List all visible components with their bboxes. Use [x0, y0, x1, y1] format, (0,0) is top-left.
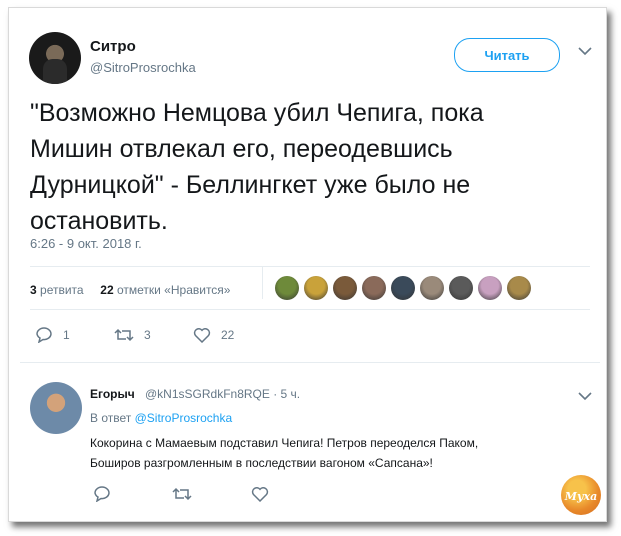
reply-text-line: Боширов разгромленным в последствии ваго… — [90, 456, 433, 470]
watermark-icon: Муха — [564, 490, 597, 503]
watermark-logo: Муха — [561, 475, 601, 515]
reply-text: Кокорина с Мамаевым подставил Чепига! Пе… — [90, 433, 560, 473]
liker-avatar[interactable] — [333, 276, 357, 300]
chevron-down-icon[interactable] — [578, 391, 592, 401]
liker-avatar[interactable] — [478, 276, 502, 300]
likes-label: отметки «Нравится» — [116, 283, 231, 297]
liker-avatar[interactable] — [362, 276, 386, 300]
engagement-stats: 3 ретвита 22 отметки «Нравится» — [30, 283, 230, 297]
follow-button[interactable]: Читать — [454, 38, 560, 72]
retweets-count: 3 — [30, 283, 37, 297]
liker-avatar[interactable] — [449, 276, 473, 300]
divider — [20, 362, 600, 363]
reply-author-avatar[interactable] — [30, 382, 82, 434]
retweet-count: 3 — [144, 328, 151, 342]
in-reply-to-prefix: В ответ — [90, 411, 132, 425]
retweet-action[interactable]: 3 — [114, 327, 151, 343]
author-handle[interactable]: @SitroProsrochka — [90, 60, 196, 75]
divider — [30, 266, 590, 267]
retweet-icon — [172, 487, 192, 501]
retweet-icon — [114, 328, 134, 342]
in-reply-to-link[interactable]: @SitroProsrochka — [135, 411, 233, 425]
author-name[interactable]: Ситро — [90, 38, 136, 55]
likes-stat[interactable]: 22 отметки «Нравится» — [100, 283, 230, 297]
divider — [30, 309, 590, 310]
tweet-text: "Возможно Немцова убил Чепига, пока Миши… — [30, 99, 484, 235]
reply-count: 1 — [63, 328, 70, 342]
author-avatar[interactable] — [29, 32, 81, 84]
heart-icon — [193, 328, 211, 343]
heart-icon — [251, 487, 269, 502]
stats-separator — [262, 267, 263, 299]
like-count: 22 — [221, 328, 235, 342]
reply-author-name[interactable]: Егорыч — [90, 387, 135, 401]
reply-retweet-action[interactable] — [172, 486, 202, 502]
liker-avatar[interactable] — [507, 276, 531, 300]
liker-avatar[interactable] — [304, 276, 328, 300]
likes-count: 22 — [100, 283, 114, 297]
reply-text-line: Кокорина с Мамаевым подставил Чепига! Пе… — [90, 436, 479, 450]
reply-author-handle[interactable]: @kN1sSGRdkFn8RQE · 5 ч. — [145, 387, 300, 401]
reply-reply-action[interactable] — [93, 486, 121, 502]
reply-icon — [94, 486, 110, 502]
reply-icon — [36, 327, 52, 343]
chevron-down-icon[interactable] — [578, 46, 592, 56]
tweet-timestamp[interactable]: 6:26 - 9 окт. 2018 г. — [30, 236, 142, 251]
in-reply-to: В ответ @SitroProsrochka — [90, 411, 232, 425]
like-action[interactable]: 22 — [193, 327, 234, 343]
liker-avatar[interactable] — [420, 276, 444, 300]
retweets-stat[interactable]: 3 ретвита — [30, 283, 84, 297]
liker-avatar[interactable] — [275, 276, 299, 300]
reply-action[interactable]: 1 — [35, 327, 70, 343]
retweets-label: ретвита — [40, 283, 84, 297]
reply-like-action[interactable] — [251, 486, 279, 502]
watermark-text: Муха — [564, 490, 597, 503]
liker-avatar[interactable] — [391, 276, 415, 300]
